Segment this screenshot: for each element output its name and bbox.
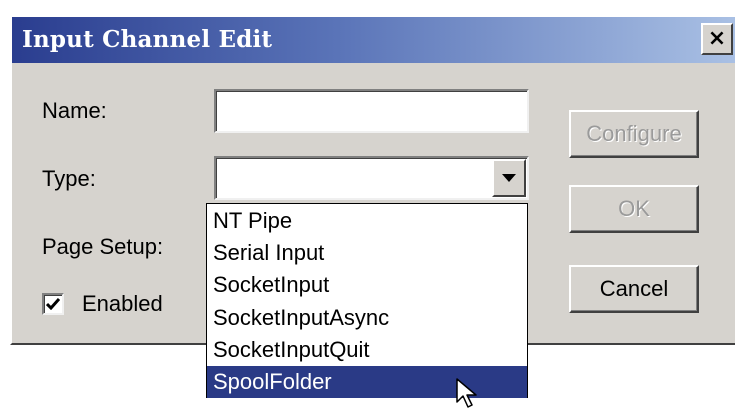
enabled-checkbox[interactable] (42, 293, 64, 315)
configure-button[interactable]: Configure (569, 110, 699, 158)
mouse-pointer-icon (456, 378, 477, 408)
close-icon: × (707, 26, 727, 51)
name-input[interactable] (214, 89, 529, 133)
dropdown-option-socketinput[interactable]: SocketInput (207, 269, 527, 301)
close-button[interactable]: × (701, 23, 733, 55)
dropdown-option-socketinputquit[interactable]: SocketInputQuit (207, 334, 527, 366)
ok-button[interactable]: OK (569, 185, 699, 233)
title-bar[interactable]: Input Channel Edit × (12, 17, 735, 63)
cancel-button[interactable]: Cancel (569, 265, 699, 313)
chevron-down-icon (502, 173, 516, 182)
type-label: Type: (42, 166, 96, 191)
page-setup-label: Page Setup: (42, 234, 164, 259)
ok-button-label: OK (618, 196, 650, 221)
type-dropdown-button[interactable] (492, 159, 526, 197)
enabled-label: Enabled (82, 291, 163, 316)
type-dropdown-list: NT Pipe Serial Input SocketInput SocketI… (206, 203, 528, 399)
type-select[interactable] (214, 156, 529, 200)
dropdown-option-serial-input[interactable]: Serial Input (207, 237, 527, 269)
dialog-title: Input Channel Edit (22, 26, 273, 53)
dropdown-option-nt-pipe[interactable]: NT Pipe (207, 205, 527, 237)
checkmark-icon (46, 298, 60, 310)
dropdown-option-socketinputasync[interactable]: SocketInputAsync (207, 302, 527, 334)
name-label: Name: (42, 98, 107, 123)
cancel-button-label: Cancel (599, 276, 669, 301)
configure-button-label: Configure (586, 121, 682, 146)
page: Input Channel Edit × Name: Type: Page Se… (0, 0, 735, 410)
